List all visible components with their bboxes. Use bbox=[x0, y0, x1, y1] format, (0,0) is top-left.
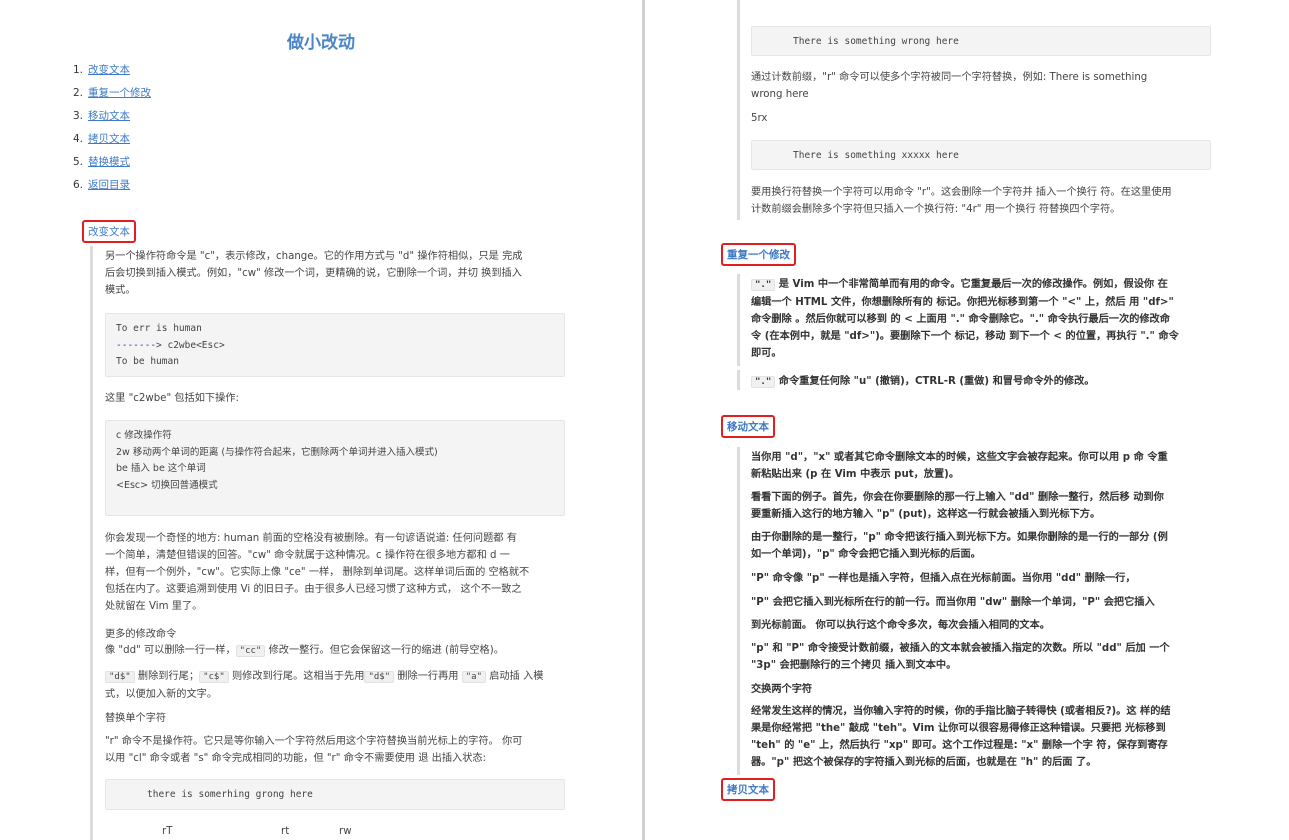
replace-paragraph: "r" 命令不是操作符。它只是等你输入一个字符然后用这个字符替换当前光标上的字符… bbox=[105, 736, 523, 764]
toc-item: 5. 替换模式 bbox=[73, 156, 130, 168]
toc-link-replace-mode[interactable]: 替换模式 bbox=[88, 156, 130, 168]
cc-paragraph: 像 "dd" 可以删除一行一样， "cc" 修改一整行。但它会保留这一行的缩进 (… bbox=[105, 645, 504, 657]
dot-repeat-paragraph: "." 命令重复任何除 "u" (撤销)，CTRL-R (重做) 和冒号命令外的… bbox=[751, 373, 1094, 391]
intro-paragraph: 另一个操作符命令是 "c"，表示修改，change。它的作用方式与 "d" 操作… bbox=[105, 251, 523, 296]
dot-paragraph: "." 是 Vim 中一个非常简单而有用的命令。它重复最后一次的修改操作。例如，… bbox=[751, 279, 1179, 359]
code-label-rt: rt bbox=[281, 826, 290, 837]
toc-link-copy-text[interactable]: 拷贝文本 bbox=[88, 133, 130, 145]
section-heading-copy-text[interactable]: 拷贝文本 bbox=[721, 778, 775, 801]
move-paragraph-7: "p" 和 "P" 命令接受计数前缀，被插入的文本就会被插入指定的次数。所以 "… bbox=[751, 643, 1170, 671]
page-title: 做小改动 bbox=[287, 33, 355, 53]
move-paragraph-3: 由于你删除的是一整行，"p" 命令把该行插入到光标下方。如果你删除的是一行的一部… bbox=[751, 532, 1168, 560]
code-block-operations: c 修改操作符 2w 移动两个单词的距离 (与操作符合起来，它删除两个单词并进入… bbox=[105, 420, 565, 516]
toc-item: 1. 改变文本 bbox=[73, 64, 130, 76]
code-block-c2wbe: To err is human -------> c2wbe<Esc> To b… bbox=[105, 313, 565, 377]
code-label-rw: rw bbox=[339, 826, 352, 837]
move-paragraph-4: "P" 命令像 "p" 一样也是插入字符，但插入点在光标前面。当你用 "dd" … bbox=[751, 573, 1136, 584]
swap-title: 交换两个字符 bbox=[751, 684, 813, 695]
move-paragraph-2: 看看下面的例子。首先，你会在你要删除的那一行上输入 "dd" 删除一整行，然后移… bbox=[751, 492, 1164, 520]
d-dollar-paragraph: "d$" 删除到行尾； "c$" 则修改到行尾。这相当于先用 "d$" 删除一行再用… bbox=[105, 671, 544, 700]
odd-paragraph: 你会发现一个奇怪的地方: human 前面的空格没有被删除。有一句谚语说道: 任… bbox=[105, 533, 530, 612]
move-paragraph-1: 当你用 "d"，"x" 或者其它命令删除文本的时候，这些文字会被存起来。你可以用… bbox=[751, 452, 1168, 480]
five-rx-text: 5rx bbox=[751, 113, 768, 124]
code-block-grong: there is somerhing grong here bbox=[105, 779, 565, 810]
section-heading-repeat-change[interactable]: 重复一个修改 bbox=[721, 243, 796, 266]
left-page: 做小改动 1. 改变文本 2. 重复一个修改 3. 移动文本 4. 拷贝文本 5. 替换模… bbox=[0, 0, 642, 840]
toc-item: 4. 拷贝文本 bbox=[73, 133, 130, 145]
toc-link-back-to-index[interactable]: 返回目录 bbox=[88, 179, 130, 191]
section-heading-move-text[interactable]: 移动文本 bbox=[721, 415, 775, 438]
toc-item: 2. 重复一个修改 bbox=[73, 87, 151, 99]
toc-link-move-text[interactable]: 移动文本 bbox=[88, 110, 130, 122]
section-heading-change-text[interactable]: 改变文本 bbox=[82, 220, 136, 243]
toc-item: 6. 返回目录 bbox=[73, 179, 130, 191]
toc-link-change-text[interactable]: 改变文本 bbox=[88, 64, 130, 76]
more-title: 更多的修改命令 bbox=[105, 629, 177, 640]
swap-paragraph: 经常发生这样的情况，当你输入字符的时候，你的手指比脑子转得快 (或者相反?)。这… bbox=[751, 706, 1171, 768]
toc-item: 3. 移动文本 bbox=[73, 110, 130, 122]
move-paragraph-5: "P" 会把它插入到光标所在行的前一行。而当你用 "dw" 删除一个单词，"P"… bbox=[751, 597, 1155, 608]
code-label-rT: rT bbox=[162, 826, 173, 837]
replace-title: 替换单个字符 bbox=[105, 713, 167, 724]
right-page: There is something wrong here 通过计数前缀，"r"… bbox=[645, 0, 1289, 840]
table-of-contents: 1. 改变文本 2. 重复一个修改 3. 移动文本 4. 拷贝文本 5. 替换模式 6. 返… bbox=[73, 62, 151, 200]
c2wbe-intro: 这里 "c2wbe" 包括如下操作: bbox=[105, 393, 239, 404]
count-paragraph: 通过计数前缀，"r" 命令可以使多个字符被同一个字符替换，例如: There i… bbox=[751, 72, 1148, 100]
move-paragraph-6: 到光标前面。 你可以执行这个命令多次，每次会插入相同的文本。 bbox=[751, 620, 1050, 631]
toc-link-repeat-change[interactable]: 重复一个修改 bbox=[88, 87, 151, 99]
newline-paragraph: 要用换行符替换一个字符可以用命令 "r"。这会删除一个字符并 插入一个换行 符。… bbox=[751, 187, 1172, 215]
code-block-wrong: There is something wrong here bbox=[751, 26, 1211, 56]
code-block-xxxxx: There is something xxxxx here bbox=[751, 140, 1211, 170]
